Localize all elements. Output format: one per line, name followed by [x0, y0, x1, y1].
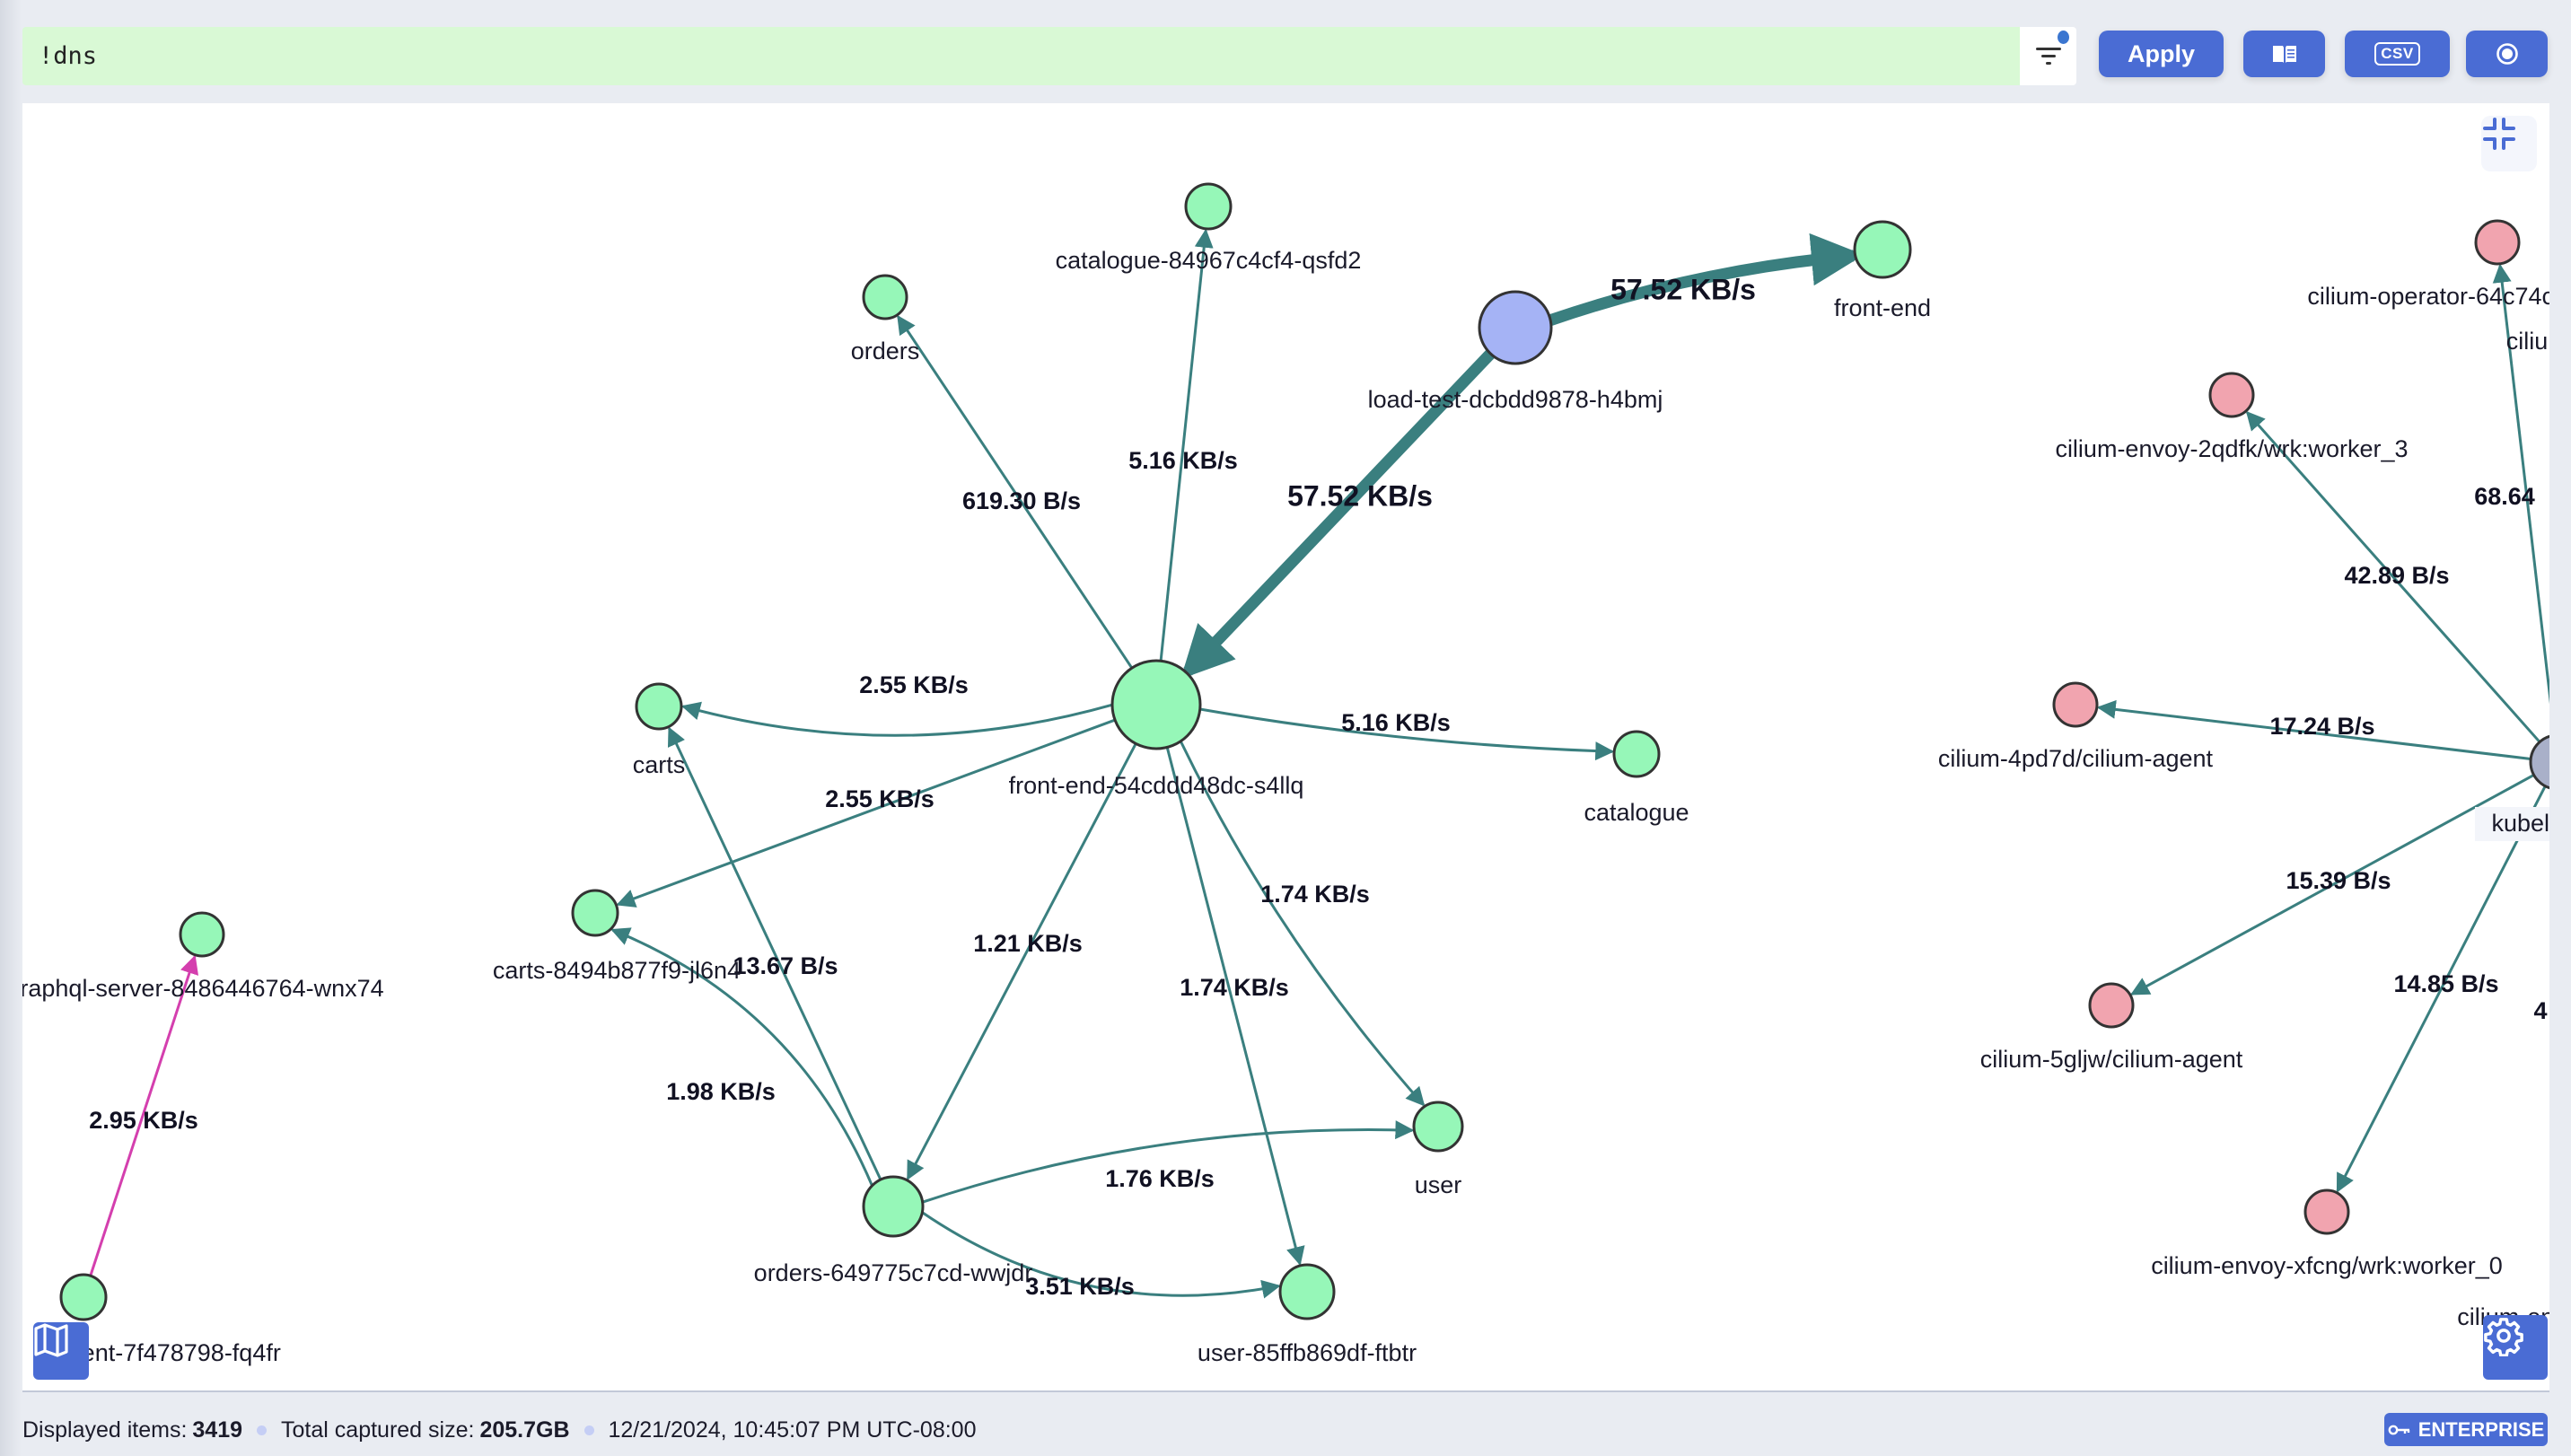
query-bar[interactable]	[22, 26, 2020, 86]
node-label[interactable]: catalogue	[1584, 799, 1689, 826]
node-label[interactable]: orders	[851, 338, 920, 364]
graph-node-catalogue-pod[interactable]	[1184, 182, 1233, 231]
node-label[interactable]: cilium-4pd7d/cilium-agent	[1938, 745, 2214, 772]
graph-node-catalogue[interactable]	[1612, 730, 1661, 778]
node-label[interactable]: catalogue-84967c4cf4-qsfd2	[1056, 247, 1362, 274]
separator-dot	[584, 1425, 594, 1435]
minimap-toggle-button[interactable]	[33, 1322, 89, 1380]
enterprise-badge[interactable]: ENTERPRISE	[2384, 1413, 2548, 1446]
edge-fe-pod-to-carts[interactable]	[680, 701, 1113, 737]
service-map-canvas[interactable]: 57.52 KB/s 57.52 KB/s 619.30 B/s 5.16 KB/s 2…	[22, 103, 2549, 1392]
graph-node-graphql[interactable]	[179, 911, 225, 958]
record-button[interactable]	[2466, 31, 2548, 77]
edge-label: 57.52 KB/s	[1610, 273, 1756, 305]
node-label[interactable]: user	[1415, 1171, 1462, 1198]
captured-size-label: Total captured size:	[281, 1417, 475, 1443]
graph-settings-button[interactable]	[2483, 1315, 2548, 1380]
node-label[interactable]: cilium-operator-64c74c4954-w	[2307, 283, 2549, 310]
record-icon	[2496, 43, 2518, 65]
node-label[interactable]: cilium-envoy-2qdfk/wrk:worker_3	[2055, 435, 2408, 462]
filter-indicator-dot	[2058, 31, 2069, 44]
edge-label: 68.64	[2474, 483, 2535, 510]
graph-node-cilium-4pd7d[interactable]	[2052, 681, 2099, 728]
edge-label: 17.24 B/s	[2269, 713, 2374, 740]
node-label[interactable]: front-end-54cddd48dc-s4llq	[1009, 772, 1304, 799]
node-label[interactable]: user-85ffb869df-ftbtr	[1198, 1339, 1417, 1366]
graph-node-carts-pod[interactable]	[571, 889, 619, 937]
edge-label: 42.89 B/s	[2344, 562, 2449, 589]
node-label[interactable]: est-graphql-server-8486446764-wnx74	[22, 975, 384, 1002]
graph-node-kubelet[interactable]	[2529, 734, 2549, 790]
status-bar: Displayed items: 3419 Total captured siz…	[22, 1414, 977, 1446]
edge-label: 1.76 KB/s	[1105, 1165, 1215, 1192]
edge-label: 15.39 B/s	[2286, 867, 2391, 894]
fit-view-button[interactable]	[2481, 116, 2537, 171]
edge-label: 5.16 KB/s	[1128, 447, 1238, 474]
node-label[interactable]: load-test-dcbdd9878-h4bmj	[1368, 386, 1663, 413]
apply-button[interactable]: Apply	[2099, 31, 2224, 77]
graph-node-cilium-operator[interactable]	[2474, 219, 2521, 266]
export-csv-button[interactable]: CSV	[2345, 31, 2450, 77]
edge-label: 2.95 KB/s	[89, 1107, 198, 1134]
graph-node-front-end[interactable]	[1853, 220, 1912, 279]
edge-label: 13.67 B/s	[733, 952, 838, 979]
node-label[interactable]: carts-8494b877f9-jl6n4	[493, 957, 741, 984]
edge-label: 3.51 KB/s	[1025, 1273, 1135, 1300]
clipped-label: 4	[2533, 997, 2547, 1024]
enterprise-label: ENTERPRISE	[2417, 1417, 2545, 1441]
edge-label: 2.55 KB/s	[859, 671, 969, 698]
query-input[interactable]	[37, 26, 2020, 86]
edge-label: 57.52 KB/s	[1287, 479, 1433, 512]
node-label[interactable]: front-end	[1834, 294, 1931, 321]
edge-label: 2.55 KB/s	[825, 785, 935, 812]
node-label[interactable]: carts	[633, 751, 686, 778]
edge-label: 1.74 KB/s	[1260, 881, 1370, 908]
clipped-label: ciliu	[2506, 328, 2549, 355]
edge-fe-pod-to-orders-pod[interactable]	[906, 742, 1137, 1180]
graph-node-user[interactable]	[1412, 1101, 1464, 1153]
edge-label: 1.98 KB/s	[666, 1078, 776, 1105]
graph-node-orders-pod[interactable]	[862, 1175, 925, 1238]
collapse-icon	[2483, 118, 2515, 150]
gear-icon	[2484, 1318, 2523, 1356]
graph-node-envoy-xfcng[interactable]	[2303, 1188, 2350, 1235]
csv-icon: CSV	[2374, 42, 2420, 66]
graph-node-fe-pod[interactable]	[1110, 659, 1202, 750]
docs-button[interactable]	[2243, 31, 2325, 77]
node-label[interactable]: kubelet	[2491, 810, 2549, 837]
key-icon	[2388, 1425, 2409, 1434]
edge-label: 1.21 KB/s	[973, 930, 1083, 957]
edge-label: 14.85 B/s	[2393, 970, 2498, 997]
book-icon	[2272, 46, 2296, 63]
edge-label: 619.30 B/s	[962, 487, 1081, 514]
graph-node-client[interactable]	[59, 1273, 108, 1321]
displayed-items-label: Displayed items:	[22, 1417, 188, 1443]
map-icon	[34, 1323, 68, 1357]
edge-label: 5.16 KB/s	[1341, 709, 1451, 736]
graph-node-carts[interactable]	[635, 682, 683, 731]
displayed-items-value: 3419	[192, 1417, 243, 1443]
node-label[interactable]: cilium-5gljw/cilium-agent	[1980, 1046, 2243, 1073]
filter-button[interactable]	[2020, 27, 2076, 85]
graph-node-user-pod[interactable]	[1278, 1263, 1336, 1320]
graph-node-envoy-2qdfk[interactable]	[2208, 372, 2255, 418]
graph-node-load-test[interactable]	[1478, 290, 1553, 365]
separator-dot	[257, 1425, 268, 1435]
graph-node-cilium-5gljw[interactable]	[2088, 982, 2135, 1029]
timestamp: 12/21/2024, 10:45:07 PM UTC-08:00	[608, 1417, 977, 1443]
page-edge	[0, 0, 22, 1456]
node-label[interactable]: cilium-envoy-xfcng/wrk:worker_0	[2151, 1252, 2503, 1279]
graph-node-orders[interactable]	[862, 274, 908, 320]
node-label[interactable]: orders-649775c7cd-wwjdr	[754, 1259, 1033, 1286]
filter-icon	[2035, 47, 2061, 65]
edge-label: 1.74 KB/s	[1180, 974, 1289, 1001]
captured-size-value: 205.7GB	[479, 1417, 570, 1443]
edge-fe-pod-to-catalogue-pod[interactable]	[1159, 228, 1214, 662]
service-map-graph[interactable]: 57.52 KB/s 57.52 KB/s 619.30 B/s 5.16 KB/s 2…	[22, 103, 2549, 1390]
